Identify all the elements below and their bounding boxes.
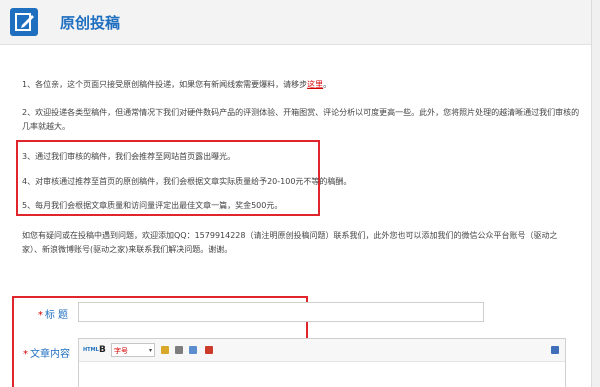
title-label-text: 标 题: [44, 310, 68, 321]
notice-5: 5、每月我们会根据文章质量和访问量评定出最佳文章一篇，奖金500元。: [22, 201, 283, 210]
contact-info: 如您有疑问或在投稿中遇到问题，欢迎添加QQ：1579914228（请注明原创投稿…: [22, 231, 558, 254]
required-star: *: [23, 349, 28, 360]
font-size-value: 字号: [114, 347, 128, 355]
editor-toolbar: HTML B 字号 ▾: [79, 339, 565, 362]
edit-icon: [10, 8, 38, 36]
notice-1-suffix: 。: [323, 80, 332, 89]
video-icon[interactable]: [205, 346, 213, 354]
page-title: 原创投稿: [60, 14, 121, 32]
title-input[interactable]: [78, 302, 484, 322]
notice-3: 3、通过我们审核的稿件，我们会推荐至网站首页露出曝光。: [22, 152, 236, 161]
link-icon[interactable]: [175, 346, 183, 354]
chevron-down-icon: ▾: [148, 347, 152, 354]
content-label: * 文章内容: [14, 345, 70, 360]
bold-button[interactable]: B: [99, 343, 106, 357]
notice-1-text: 1、各位亲，这个页面只接受原创稿件投递，如果您有新闻线索需要爆料，请移步: [22, 80, 308, 89]
fullscreen-icon[interactable]: [551, 346, 559, 354]
notice-4: 4、对审核通过推荐至首页的原创稿件，我们会根据文章实际质量给予20-100元不等…: [22, 177, 352, 186]
page-header: 原创投稿: [0, 0, 600, 45]
content-label-text: 文章内容: [30, 349, 70, 360]
notice-1: 1、各位亲，这个页面只接受原创稿件投递，如果您有新闻线索需要爆料，请移步这里。: [22, 78, 582, 92]
required-star: *: [37, 310, 43, 321]
article-editor[interactable]: HTML B 字号 ▾: [78, 338, 566, 387]
title-label: * 标 题: [22, 306, 68, 321]
notice-2: 2、欢迎投递各类型稿件，但通常情况下我们对硬件数码产品的评测体验、开箱图赏、评论…: [22, 108, 580, 131]
color-icon[interactable]: [161, 346, 169, 354]
image-icon[interactable]: [189, 346, 197, 354]
news-tip-link[interactable]: 这里: [307, 80, 323, 89]
page-scrollbar[interactable]: [591, 0, 600, 387]
font-size-select[interactable]: 字号 ▾: [111, 343, 155, 357]
html-source-button[interactable]: HTML: [83, 343, 99, 357]
